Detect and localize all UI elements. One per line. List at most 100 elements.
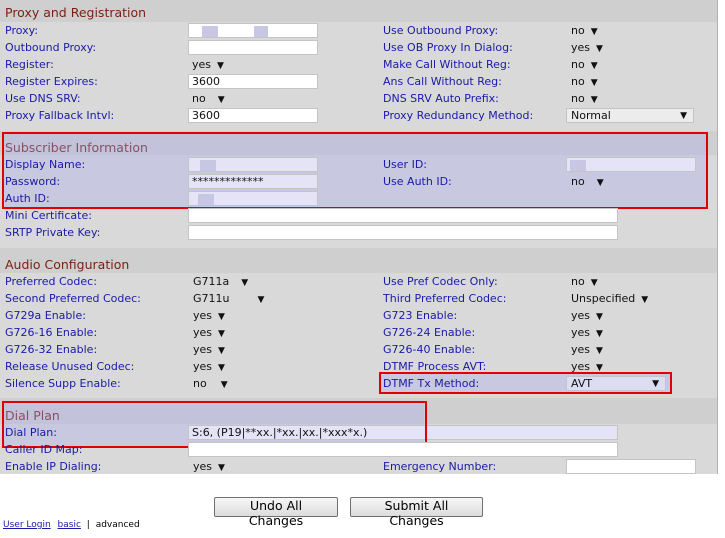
dns-srv-auto-prefix-label: DNS SRV Auto Prefix: <box>383 92 499 105</box>
emergency-number-label: Emergency Number: <box>383 460 497 473</box>
g726-16-select[interactable]: yes ▼ <box>193 326 225 339</box>
row-enable-ip-dialing: Enable IP Dialing: yes ▼ Emergency Number… <box>0 458 717 475</box>
row-outbound-proxy: Outbound Proxy: Use OB Proxy In Dialog: … <box>0 39 717 56</box>
use-outbound-proxy-label: Use Outbound Proxy: <box>383 24 499 37</box>
chevron-down-icon: ▼ <box>220 380 228 390</box>
make-call-without-reg-select[interactable]: no ▼ <box>571 58 598 71</box>
chevron-down-icon: ▼ <box>596 44 603 54</box>
chevron-down-icon: ▼ <box>241 278 249 288</box>
row-register: Register: yes ▼ Make Call Without Reg: no… <box>0 56 717 73</box>
g726-24-label: G726-24 Enable: <box>383 326 476 339</box>
chevron-down-icon: ▼ <box>218 329 225 339</box>
chevron-down-icon: ▼ <box>590 27 598 37</box>
chevron-down-icon: ▼ <box>680 111 687 121</box>
silence-supp-label: Silence Supp Enable: <box>5 377 121 390</box>
make-call-without-reg-label: Make Call Without Reg: <box>383 58 511 71</box>
silence-supp-select[interactable]: no ▼ <box>193 377 228 390</box>
row-srtp-key: SRTP Private Key: <box>0 224 717 241</box>
outbound-proxy-label: Outbound Proxy: <box>5 41 97 54</box>
undo-all-changes-button[interactable]: Undo All Changes <box>214 497 338 528</box>
ans-call-without-reg-select[interactable]: no ▼ <box>571 75 598 88</box>
chevron-down-icon: ▼ <box>218 363 225 373</box>
chevron-down-icon: ▼ <box>217 61 224 71</box>
release-unused-select[interactable]: yes ▼ <box>193 360 225 373</box>
use-ob-proxy-dialog-select[interactable]: yes ▼ <box>571 41 603 54</box>
ans-call-without-reg-label: Ans Call Without Reg: <box>383 75 502 88</box>
use-pref-codec-only-label: Use Pref Codec Only: <box>383 275 498 288</box>
footer-links: User Login basic | advanced <box>3 520 140 530</box>
g723-select[interactable]: yes ▼ <box>571 309 603 322</box>
proxy-redundancy-label: Proxy Redundancy Method: <box>383 109 534 122</box>
user-login-link[interactable]: User Login <box>3 520 51 530</box>
chevron-down-icon: ▼ <box>217 95 225 105</box>
register-select[interactable]: yes ▼ <box>192 58 224 71</box>
chevron-down-icon: ▼ <box>641 295 649 305</box>
proxy-fallback-input[interactable]: 3600 <box>188 108 318 123</box>
row-second-codec: Second Preferred Codec: G711u ▼ Third Pre… <box>0 290 717 307</box>
row-g726-16: G726-16 Enable: yes ▼ G726-24 Enable: yes… <box>0 324 717 341</box>
register-label: Register: <box>5 58 54 71</box>
register-expires-input[interactable]: 3600 <box>188 74 318 89</box>
row-g729a: G729a Enable: yes ▼ G723 Enable: yes ▼ <box>0 307 717 324</box>
second-codec-select[interactable]: G711u ▼ <box>193 292 264 305</box>
use-ob-proxy-dialog-label: Use OB Proxy In Dialog: <box>383 41 513 54</box>
proxy-section-title: Proxy and Registration <box>5 5 147 20</box>
g729a-label: G729a Enable: <box>5 309 86 322</box>
g726-32-select[interactable]: yes ▼ <box>193 343 225 356</box>
third-codec-select[interactable]: Unspecified ▼ <box>571 292 648 305</box>
row-proxy-fallback: Proxy Fallback Intvl: 3600 Proxy Redunda… <box>0 107 717 124</box>
preferred-codec-select[interactable]: G711a ▼ <box>193 275 248 288</box>
use-dns-srv-select[interactable]: no ▼ <box>192 92 225 105</box>
caller-id-map-label: Caller ID Map: <box>5 443 83 456</box>
register-expires-label: Register Expires: <box>5 75 98 88</box>
srtp-key-input[interactable] <box>188 225 618 240</box>
enable-ip-dialing-select[interactable]: yes ▼ <box>193 460 225 473</box>
chevron-down-icon: ▼ <box>218 463 225 473</box>
emergency-number-input[interactable] <box>566 459 696 474</box>
third-codec-label: Third Preferred Codec: <box>383 292 507 305</box>
g723-label: G723 Enable: <box>383 309 458 322</box>
row-mini-certificate: Mini Certificate: <box>0 207 717 224</box>
chevron-down-icon: ▼ <box>218 312 225 322</box>
chevron-down-icon: ▼ <box>590 78 598 88</box>
use-outbound-proxy-select[interactable]: no ▼ <box>571 24 598 37</box>
proxy-fallback-label: Proxy Fallback Intvl: <box>5 109 115 122</box>
mini-certificate-label: Mini Certificate: <box>5 209 92 222</box>
chevron-down-icon: ▼ <box>596 312 603 322</box>
srtp-key-label: SRTP Private Key: <box>5 226 101 239</box>
chevron-down-icon: ▼ <box>257 295 265 305</box>
chevron-down-icon: ▼ <box>590 61 598 71</box>
g726-40-label: G726-40 Enable: <box>383 343 476 356</box>
dtmf-tx-highlight-box <box>379 372 672 394</box>
use-pref-codec-only-select[interactable]: no ▼ <box>571 275 598 288</box>
mini-certificate-input[interactable] <box>188 208 618 223</box>
g726-40-select[interactable]: yes ▼ <box>571 343 603 356</box>
outbound-proxy-input[interactable] <box>188 40 318 55</box>
use-dns-srv-label: Use DNS SRV: <box>5 92 81 105</box>
chevron-down-icon: ▼ <box>590 95 598 105</box>
g726-24-select[interactable]: yes ▼ <box>571 326 603 339</box>
caller-id-map-input[interactable] <box>188 442 618 457</box>
second-codec-label: Second Preferred Codec: <box>5 292 141 305</box>
audio-section-header: Audio Configuration <box>0 248 717 273</box>
subscriber-highlight-box <box>2 132 708 209</box>
row-register-expires: Register Expires: 3600 Ans Call Without … <box>0 73 717 90</box>
submit-all-changes-button[interactable]: Submit All Changes <box>350 497 483 528</box>
chevron-down-icon: ▼ <box>596 329 603 339</box>
g726-16-label: G726-16 Enable: <box>5 326 98 339</box>
row-proxy: Proxy: Use Outbound Proxy: no ▼ <box>0 22 717 39</box>
basic-link[interactable]: basic <box>58 520 81 530</box>
proxy-redundancy-select[interactable]: Normal ▼ <box>566 108 694 123</box>
redacted-mark <box>202 25 218 37</box>
enable-ip-dialing-label: Enable IP Dialing: <box>5 460 102 473</box>
redacted-mark <box>254 25 268 37</box>
settings-panel: Proxy and Registration Proxy: Use Outbou… <box>0 0 718 474</box>
chevron-down-icon: ▼ <box>590 278 598 288</box>
g729a-select[interactable]: yes ▼ <box>193 309 225 322</box>
row-g726-32: G726-32 Enable: yes ▼ G726-40 Enable: yes… <box>0 341 717 358</box>
proxy-input[interactable] <box>188 23 318 38</box>
dns-srv-auto-prefix-select[interactable]: no ▼ <box>571 92 598 105</box>
chevron-down-icon: ▼ <box>218 346 225 356</box>
audio-section-title: Audio Configuration <box>5 257 130 272</box>
proxy-section-header: Proxy and Registration <box>0 0 717 22</box>
